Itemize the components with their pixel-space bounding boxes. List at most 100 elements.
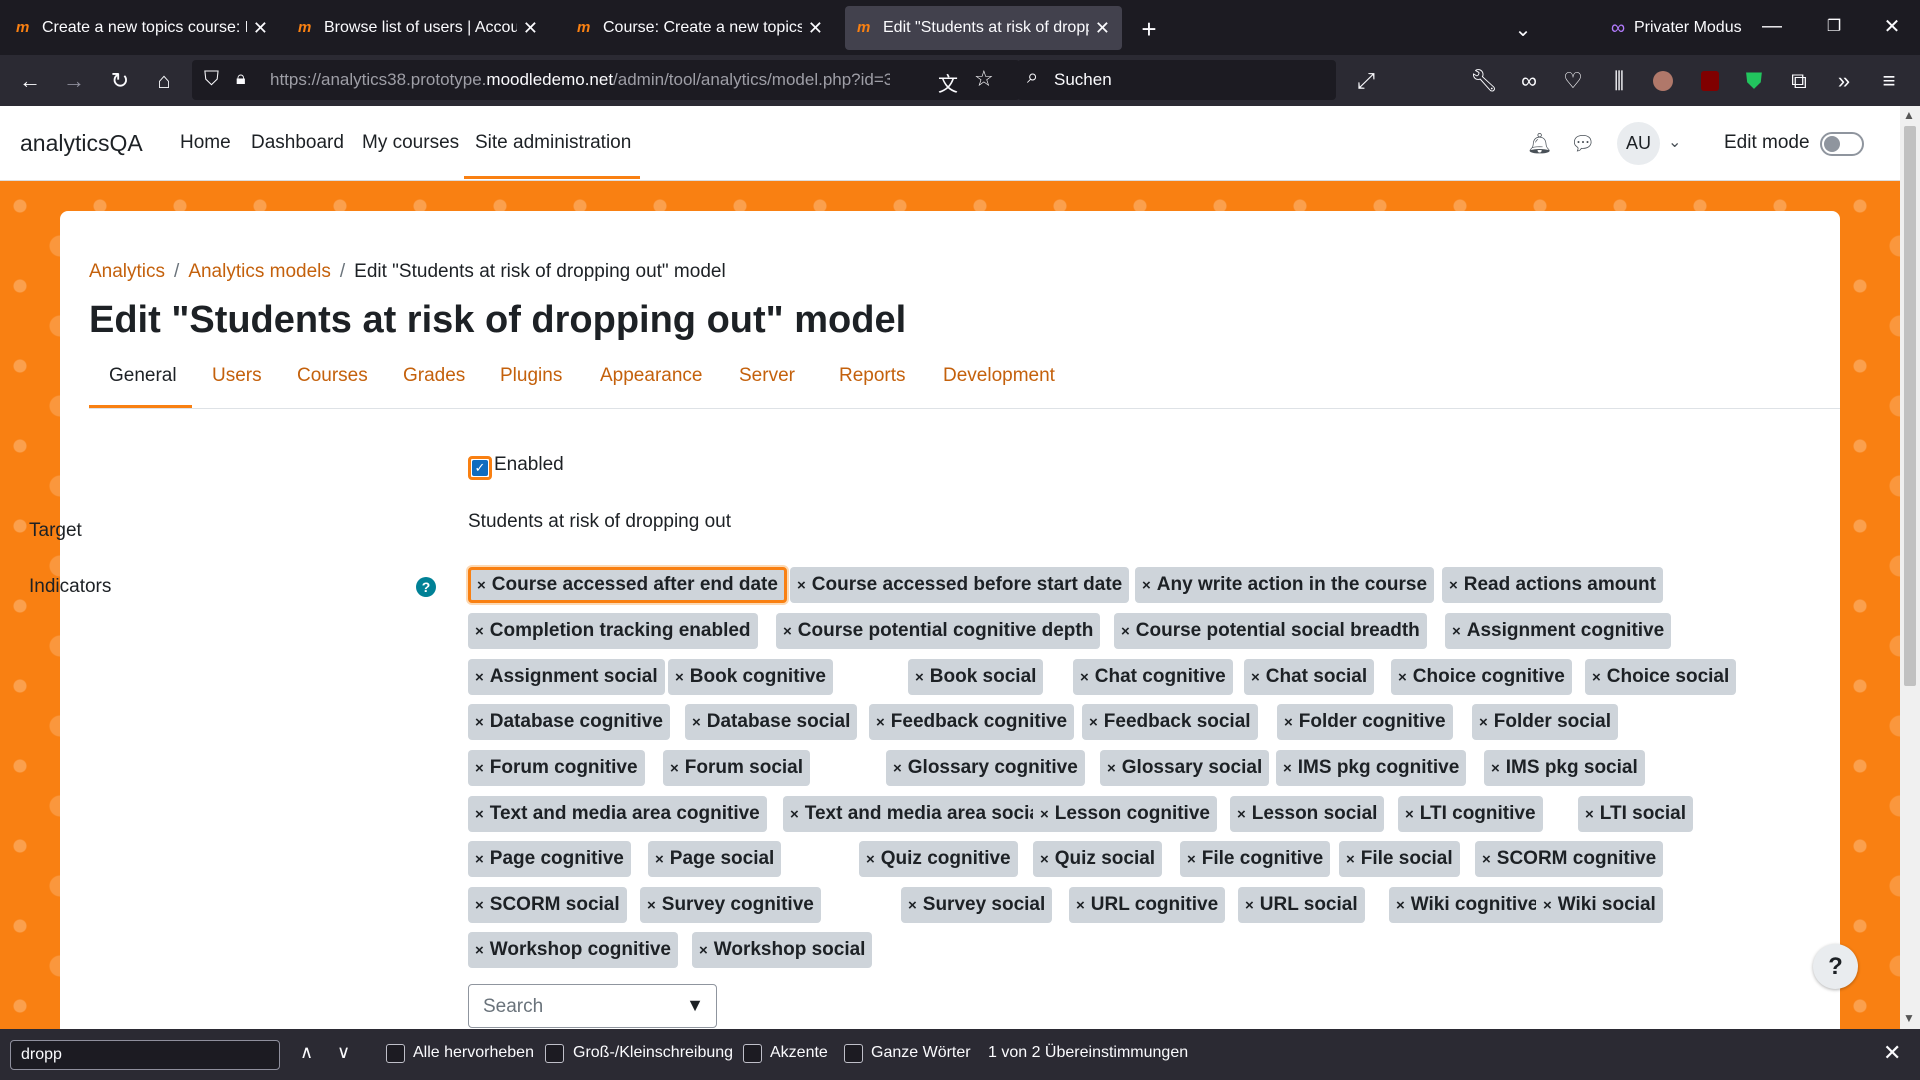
indicator-chip[interactable]: × LTI social bbox=[1578, 796, 1693, 832]
remove-chip-icon[interactable]: × bbox=[477, 577, 486, 594]
indicator-chip[interactable]: × Lesson social bbox=[1230, 796, 1385, 832]
indicator-chip[interactable]: × Quiz cognitive bbox=[859, 841, 1018, 877]
indicator-chip[interactable]: × Folder social bbox=[1472, 704, 1618, 740]
user-avatar[interactable]: AU bbox=[1617, 122, 1660, 165]
match-diacritics-checkbox[interactable] bbox=[743, 1044, 762, 1063]
remove-chip-icon[interactable]: × bbox=[1187, 851, 1196, 868]
tab-server[interactable]: Server bbox=[739, 365, 795, 387]
indicator-chip[interactable]: × Database social bbox=[685, 704, 858, 740]
remove-chip-icon[interactable]: × bbox=[670, 760, 679, 777]
indicator-chip[interactable]: × Chat cognitive bbox=[1073, 659, 1233, 695]
remove-chip-icon[interactable]: × bbox=[893, 760, 902, 777]
hamburger-menu-icon[interactable]: ≡ bbox=[1871, 63, 1907, 99]
remove-chip-icon[interactable]: × bbox=[1396, 897, 1405, 914]
indicator-chip[interactable]: × Workshop cognitive bbox=[468, 932, 678, 968]
nav-site-administration[interactable]: Site administration bbox=[475, 132, 631, 154]
remove-chip-icon[interactable]: × bbox=[1284, 714, 1293, 731]
browser-tab-active[interactable]: m Edit "Students at risk of droppin ✕ bbox=[845, 6, 1122, 50]
indicator-chip[interactable]: × Course accessed after end date bbox=[468, 567, 787, 603]
remove-chip-icon[interactable]: × bbox=[915, 669, 924, 686]
enabled-checkbox[interactable]: ✓ bbox=[468, 456, 492, 480]
find-next-icon[interactable]: ∨ bbox=[337, 1042, 350, 1063]
minimize-icon[interactable]: — bbox=[1760, 14, 1784, 38]
profile-avatar-icon[interactable] bbox=[1645, 63, 1681, 99]
indicator-chip[interactable]: × Page cognitive bbox=[468, 841, 631, 877]
back-icon[interactable]: ← bbox=[12, 63, 48, 99]
fullscreen-icon[interactable]: ⤢ bbox=[1348, 63, 1384, 99]
indicator-chip[interactable]: × Book social bbox=[908, 659, 1044, 695]
library-icon[interactable]: ⫼ bbox=[1601, 63, 1637, 99]
indicator-search-select[interactable]: Search ▼ bbox=[468, 984, 717, 1028]
shield-icon[interactable]: ⛊ bbox=[1736, 63, 1772, 99]
remove-chip-icon[interactable]: × bbox=[1479, 714, 1488, 731]
indicator-chip[interactable]: × SCORM cognitive bbox=[1475, 841, 1664, 877]
indicator-chip[interactable]: × Course potential cognitive depth bbox=[776, 613, 1101, 649]
new-tab-icon[interactable]: + bbox=[1134, 14, 1164, 44]
nav-my-courses[interactable]: My courses bbox=[362, 132, 459, 154]
tab-general[interactable]: General bbox=[109, 365, 177, 387]
whole-words-checkbox[interactable] bbox=[844, 1044, 863, 1063]
remove-chip-icon[interactable]: × bbox=[797, 577, 806, 594]
private-mask-icon[interactable]: ∞ bbox=[1511, 63, 1547, 99]
page-scrollbar[interactable]: ▲ ▼ bbox=[1900, 106, 1920, 1029]
forward-icon[interactable]: → bbox=[56, 63, 92, 99]
nav-home[interactable]: Home bbox=[180, 132, 231, 154]
home-icon[interactable]: ⌂ bbox=[146, 63, 182, 99]
url-bar[interactable]: ⛉ 🔒︎ https://analytics38.prototype.moodl… bbox=[192, 60, 1020, 100]
overflow-menu-icon[interactable]: » bbox=[1826, 63, 1862, 99]
indicator-chip[interactable]: × Assignment cognitive bbox=[1445, 613, 1672, 649]
close-tab-icon[interactable]: ✕ bbox=[1095, 18, 1110, 39]
remove-chip-icon[interactable]: × bbox=[475, 760, 484, 777]
close-tab-icon[interactable]: ✕ bbox=[808, 18, 823, 39]
remove-chip-icon[interactable]: × bbox=[1089, 714, 1098, 731]
remove-chip-icon[interactable]: × bbox=[1491, 760, 1500, 777]
find-previous-icon[interactable]: ∧ bbox=[300, 1042, 313, 1063]
indicator-chip[interactable]: × File cognitive bbox=[1180, 841, 1331, 877]
indicator-chip[interactable]: × Feedback social bbox=[1082, 704, 1258, 740]
reload-icon[interactable]: ↻ bbox=[102, 63, 138, 99]
search-bar[interactable]: ⌕ Suchen bbox=[1017, 60, 1336, 100]
indicator-chip[interactable]: × Choice social bbox=[1585, 659, 1737, 695]
remove-chip-icon[interactable]: × bbox=[1040, 806, 1049, 823]
match-case-checkbox[interactable] bbox=[545, 1044, 564, 1063]
indicator-chip[interactable]: × Assignment social bbox=[468, 659, 665, 695]
lock-icon[interactable]: 🔒︎ bbox=[236, 68, 246, 89]
site-brand[interactable]: analyticsQA bbox=[20, 130, 143, 157]
remove-chip-icon[interactable]: × bbox=[1449, 577, 1458, 594]
remove-chip-icon[interactable]: × bbox=[908, 897, 917, 914]
indicator-chip[interactable]: × Survey social bbox=[901, 887, 1053, 923]
notification-bell-icon[interactable]: 🔔︎ bbox=[1527, 131, 1552, 156]
remove-chip-icon[interactable]: × bbox=[1245, 897, 1254, 914]
nav-dashboard[interactable]: Dashboard bbox=[251, 132, 344, 154]
remove-chip-icon[interactable]: × bbox=[699, 942, 708, 959]
remove-chip-icon[interactable]: × bbox=[1076, 897, 1085, 914]
remove-chip-icon[interactable]: × bbox=[475, 623, 484, 640]
remove-chip-icon[interactable]: × bbox=[783, 623, 792, 640]
indicator-chip[interactable]: × Course accessed before start date bbox=[790, 567, 1130, 603]
remove-chip-icon[interactable]: × bbox=[1585, 806, 1594, 823]
scroll-down-icon[interactable]: ▼ bbox=[1903, 1011, 1915, 1025]
remove-chip-icon[interactable]: × bbox=[876, 714, 885, 731]
indicator-chip[interactable]: × URL cognitive bbox=[1069, 887, 1226, 923]
indicator-chip[interactable]: × URL social bbox=[1238, 887, 1365, 923]
remove-chip-icon[interactable]: × bbox=[692, 714, 701, 731]
tab-appearance[interactable]: Appearance bbox=[600, 365, 702, 387]
indicator-chip[interactable]: × Book cognitive bbox=[668, 659, 833, 695]
indicator-chip[interactable]: × File social bbox=[1339, 841, 1460, 877]
remove-chip-icon[interactable]: × bbox=[1452, 623, 1461, 640]
find-input[interactable] bbox=[10, 1040, 280, 1070]
highlight-all-checkbox[interactable] bbox=[386, 1044, 405, 1063]
pocket-icon[interactable]: ♡ bbox=[1555, 63, 1591, 99]
tab-courses[interactable]: Courses bbox=[297, 365, 368, 387]
indicator-chip[interactable]: × Glossary social bbox=[1100, 750, 1270, 786]
indicator-chip[interactable]: × Chat social bbox=[1244, 659, 1375, 695]
breadcrumb-analytics[interactable]: Analytics bbox=[89, 261, 165, 282]
remove-chip-icon[interactable]: × bbox=[1398, 669, 1407, 686]
scroll-up-icon[interactable]: ▲ bbox=[1903, 108, 1915, 122]
remove-chip-icon[interactable]: × bbox=[1142, 577, 1151, 594]
indicator-chip[interactable]: × Course potential social breadth bbox=[1114, 613, 1427, 649]
indicator-chip[interactable]: × SCORM social bbox=[468, 887, 627, 923]
indicator-chip[interactable]: × Feedback cognitive bbox=[869, 704, 1075, 740]
indicator-chip[interactable]: × Wiki cognitive bbox=[1389, 887, 1546, 923]
indicator-chip[interactable]: × Workshop social bbox=[692, 932, 873, 968]
